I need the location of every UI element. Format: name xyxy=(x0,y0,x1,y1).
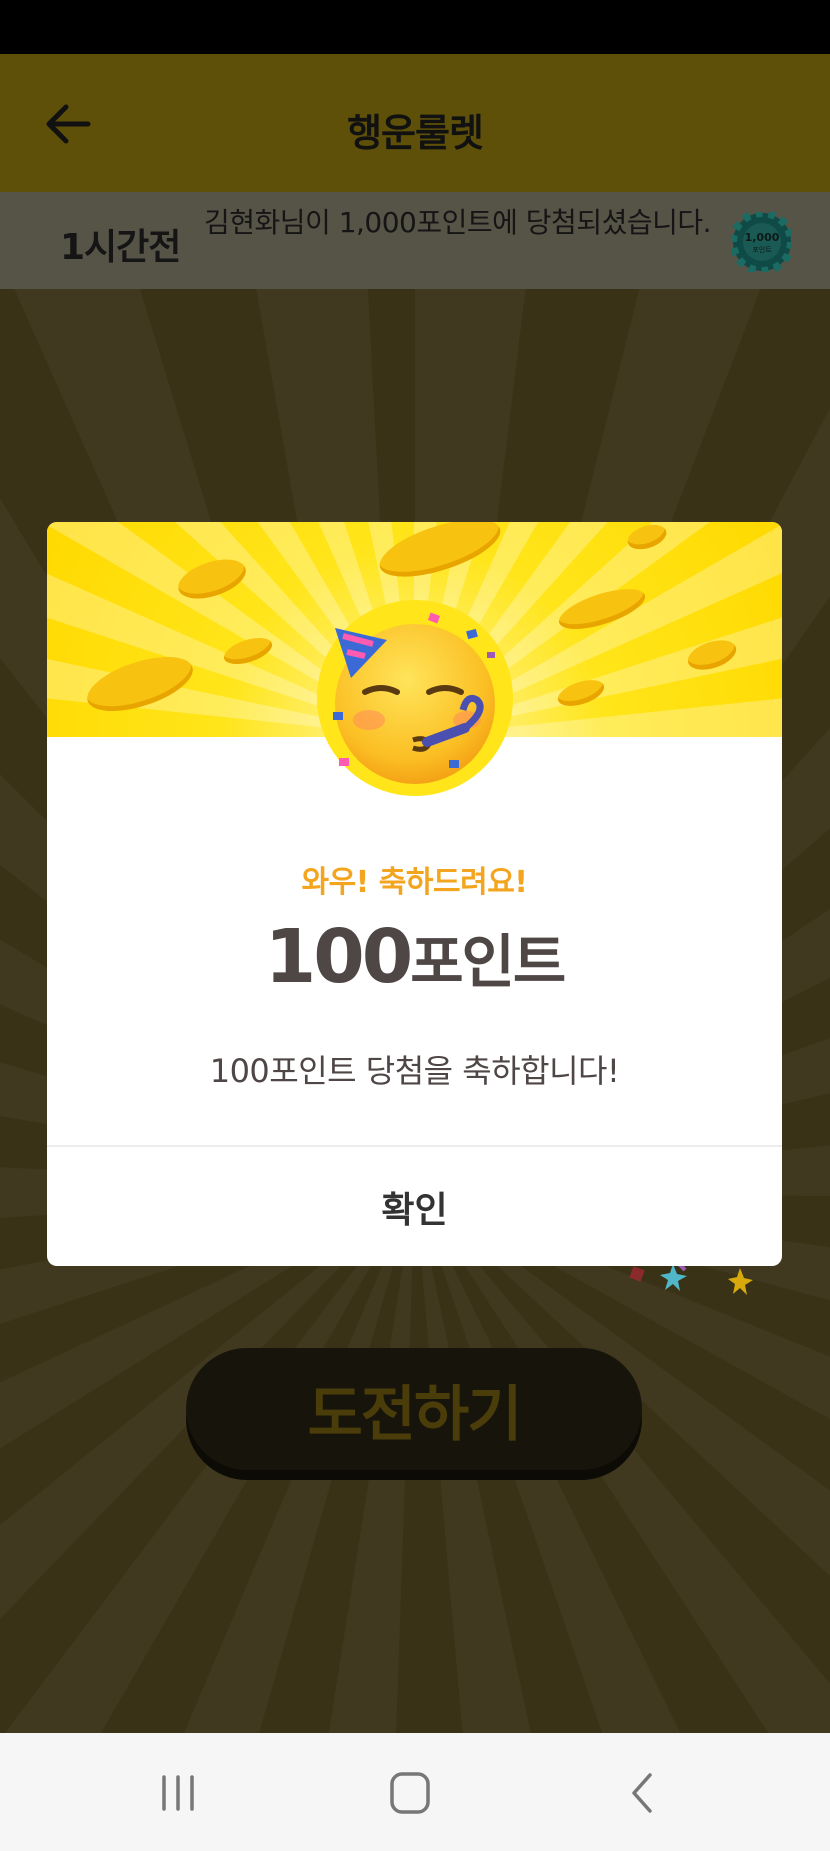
winner-ticker: 1시간전 김현화님이 1,000포인트에 당첨되셨습니다. xyxy=(0,192,830,289)
coin-decoration xyxy=(554,675,608,711)
chevron-left-icon[interactable] xyxy=(614,1765,674,1821)
challenge-button[interactable]: 도전하기 xyxy=(186,1348,642,1470)
coin-decoration xyxy=(373,522,507,589)
ticker-time: 1시간전 xyxy=(60,227,181,268)
points-amount: 100포인트 xyxy=(47,912,782,1007)
coin-decoration xyxy=(80,646,200,722)
partying-face-icon xyxy=(333,612,495,784)
app-header: 행운룰렛 xyxy=(0,54,830,192)
recent-apps-icon[interactable] xyxy=(148,1765,208,1821)
points-message: 100포인트 당첨을 축하합니다! xyxy=(209,1052,620,1090)
system-navigation-bar xyxy=(0,1733,830,1851)
page-title: 행운룰렛 xyxy=(347,111,484,155)
confirm-button[interactable]: 확인 xyxy=(47,1147,782,1266)
points-unit: 포인트 xyxy=(410,928,566,996)
home-icon[interactable] xyxy=(380,1765,440,1821)
status-bar xyxy=(0,0,830,54)
coin-decoration xyxy=(173,552,251,606)
chip-value: 1,000 xyxy=(745,231,780,244)
points-value: 100 xyxy=(264,914,413,1000)
coin-decoration xyxy=(554,580,650,638)
coin-decoration xyxy=(684,634,740,676)
coin-decoration xyxy=(624,522,670,554)
congrats-title: 와우! 축하드려요! xyxy=(301,865,528,900)
coin-decoration xyxy=(220,632,276,670)
chip-caption: 포인트 xyxy=(752,245,772,254)
reward-modal: 와우! 축하드려요! 100포인트 100포인트 당첨을 축하합니다! 확인 xyxy=(47,522,782,1266)
casino-chip-icon: 1,000 포인트 xyxy=(732,212,792,272)
ticker-message: 김현화님이 1,000포인트에 당첨되셨습니다. xyxy=(204,206,712,239)
